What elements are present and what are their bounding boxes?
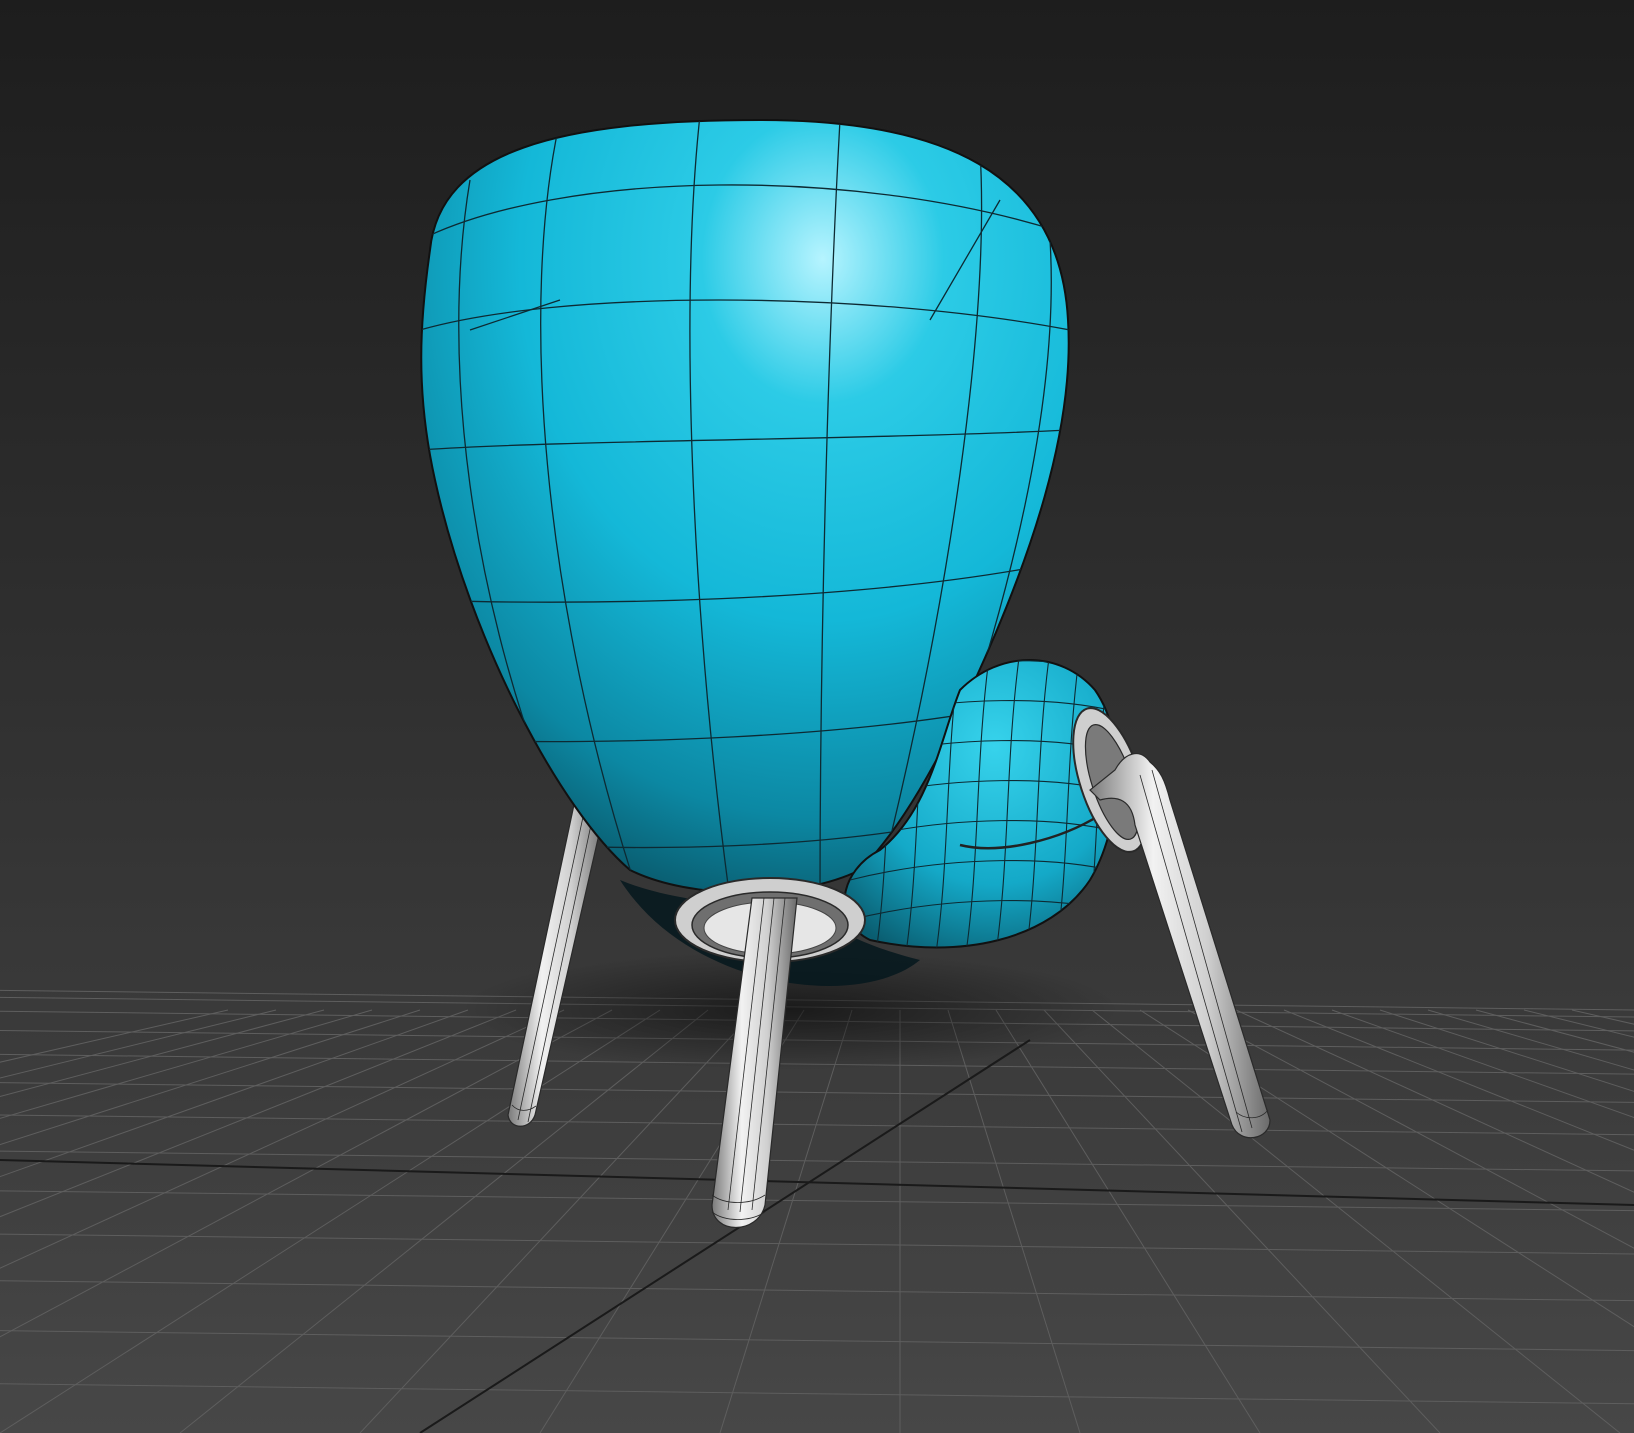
- 3d-viewport[interactable]: [0, 0, 1634, 1433]
- viewport-scene[interactable]: [0, 0, 1634, 1433]
